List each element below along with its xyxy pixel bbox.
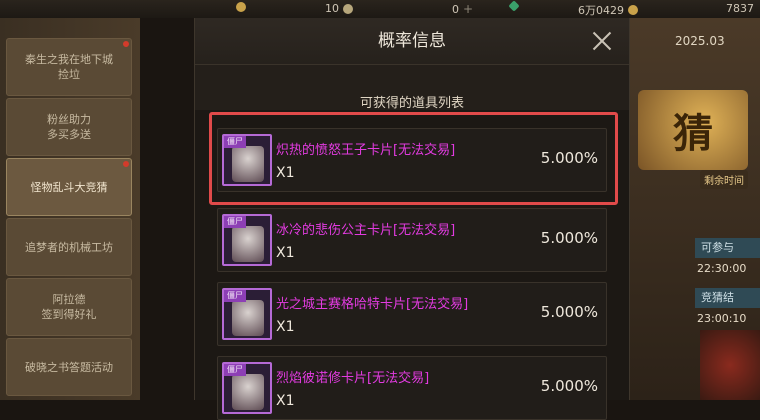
sidebar-item-label: 阿拉德 (52, 293, 86, 306)
participate-box: 可参与 (695, 238, 760, 258)
event-banner: 猜 (638, 90, 748, 170)
event-date: 2025.03 (675, 34, 725, 48)
sidebar-item-label2: 捡垃 (58, 68, 80, 81)
item-probability: 5.000% (540, 377, 598, 395)
character-art (700, 330, 760, 400)
gold-coin-icon (628, 5, 638, 15)
sidebar-item-4[interactable]: 追梦者的机械工坊 (6, 218, 132, 276)
item-quantity: X1 (276, 245, 295, 261)
participate-time: 22:30:00 (697, 262, 747, 275)
card-art (232, 226, 264, 262)
card-item-icon: 僵尸 (222, 362, 272, 414)
highlight-frame (209, 112, 618, 205)
gold-coin-icon (236, 2, 246, 12)
item-probability: 5.000% (540, 229, 598, 247)
sidebar-item-1[interactable]: 秦生之我在地下城 捡垃 (6, 38, 132, 96)
item-badge: 僵尸 (224, 364, 246, 376)
resource-value: 7837 (726, 2, 754, 15)
close-icon[interactable] (589, 28, 615, 54)
sidebar-item-label: 破晓之书答题活动 (25, 360, 113, 374)
item-quantity: X1 (276, 393, 295, 409)
item-name: 烈焰彼诺修卡片[无法交易] (276, 371, 430, 386)
resource-counter-4: 6万0429 (578, 2, 638, 18)
notification-dot (123, 161, 129, 167)
remaining-time-tag: 剩余时间 (700, 170, 748, 189)
sidebar-item-label2: 多买多送 (47, 128, 91, 141)
gold-resource (236, 2, 246, 12)
item-name: 冰冷的悲伤公主卡片[无法交易] (276, 223, 456, 238)
resource-counter-2: 0 + (452, 2, 473, 16)
sidebar-item-label: 追梦者的机械工坊 (25, 240, 113, 254)
item-quantity: X1 (276, 319, 295, 335)
dialog-header: 概率信息 (195, 18, 629, 65)
moon-coin-icon (343, 3, 353, 14)
gem-icon (508, 0, 520, 12)
resource-counter-5: 7837 (726, 2, 754, 15)
sidebar-item-2[interactable]: 粉丝助力 多买多送 (6, 98, 132, 156)
dialog-subtitle: 可获得的道具列表 (359, 96, 464, 111)
resource-bar: 10 0 + 6万0429 7837 (0, 0, 760, 18)
sidebar-item-label2: 签到得好礼 (41, 308, 97, 321)
resource-value: 10 (325, 2, 339, 15)
sidebar-item-5[interactable]: 阿拉德 签到得好礼 (6, 278, 132, 336)
sidebar-item-label: 怪物乱斗大竞猜 (30, 180, 108, 194)
resource-value: 0 (452, 2, 459, 16)
card-art (232, 374, 264, 410)
list-item[interactable]: 僵尸 烈焰彼诺修卡片[无法交易] X1 5.000% (217, 356, 607, 420)
dialog-title: 概率信息 (378, 31, 446, 51)
sidebar-item-label: 粉丝助力 (47, 113, 91, 126)
item-badge: 僵尸 (224, 216, 246, 228)
item-probability: 5.000% (540, 303, 598, 321)
resource-counter-1: 10 (325, 2, 353, 15)
card-art (232, 300, 264, 336)
item-name: 光之城主赛格哈特卡片[无法交易] (276, 297, 469, 312)
sidebar-item-6[interactable]: 破晓之书答题活动 (6, 338, 132, 396)
plus-icon[interactable]: + (463, 2, 473, 16)
item-badge: 僵尸 (224, 290, 246, 302)
list-item[interactable]: 僵尸 冰冷的悲伤公主卡片[无法交易] X1 5.000% (217, 208, 607, 272)
card-item-icon: 僵尸 (222, 214, 272, 266)
resource-counter-3 (508, 0, 520, 12)
sidebar-item-label: 秦生之我在地下城 (25, 53, 113, 66)
result-time: 23:00:10 (697, 312, 747, 325)
card-item-icon: 僵尸 (222, 288, 272, 340)
probability-dialog: 概率信息 可获得的道具列表 僵尸 炽热的愤怒王子卡片[无法交易] X1 5.00… (194, 18, 630, 420)
list-item[interactable]: 僵尸 光之城主赛格哈特卡片[无法交易] X1 5.000% (217, 282, 607, 346)
result-box: 竞猜结 (695, 288, 760, 308)
resource-value: 6万0429 (578, 4, 624, 17)
notification-dot (123, 41, 129, 47)
sidebar-item-3[interactable]: 怪物乱斗大竞猜 (6, 158, 132, 216)
